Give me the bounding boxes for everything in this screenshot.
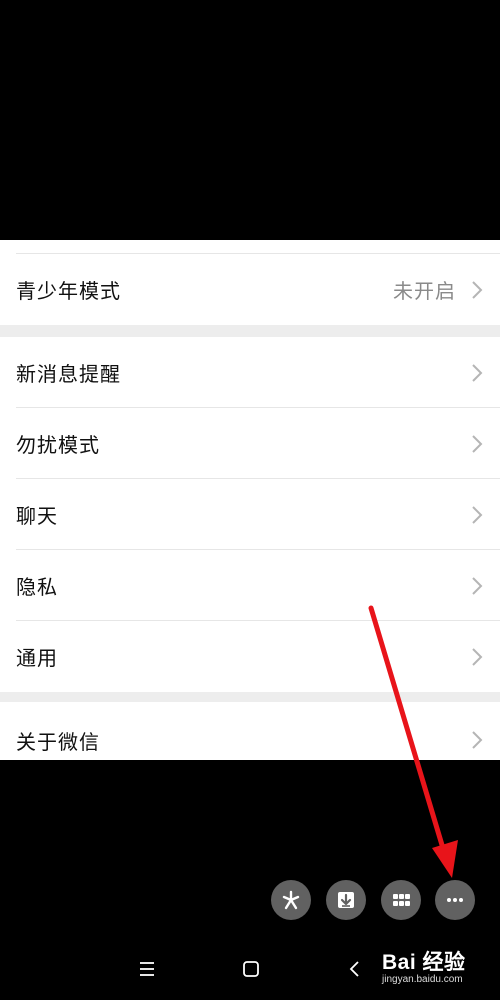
baidu-jingyan-watermark: Bai 经验 jingyan.baidu.com: [382, 946, 466, 985]
home-icon[interactable]: [242, 958, 260, 980]
back-icon[interactable]: [347, 958, 363, 980]
menu-icon[interactable]: [139, 958, 155, 980]
watermark-brand: Bai 经验: [382, 951, 466, 974]
annotation-arrow: [368, 605, 458, 878]
watermark-site: jingyan.baidu.com: [382, 974, 463, 985]
